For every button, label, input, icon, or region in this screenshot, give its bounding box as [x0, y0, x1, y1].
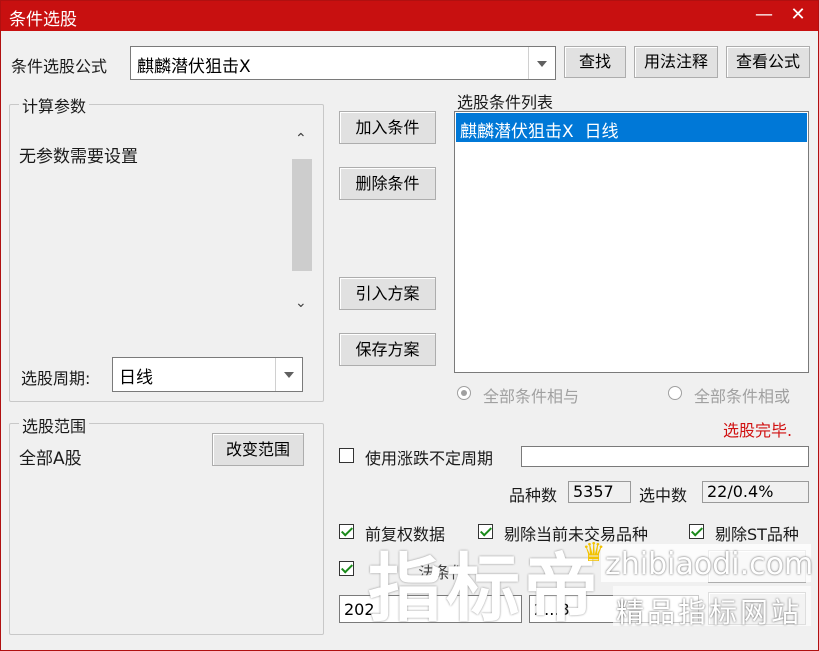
range-value: 全部A股	[19, 449, 82, 469]
volatile-period-input[interactable]	[521, 446, 809, 467]
formula-value: 麒麟潜伏狙击X	[137, 57, 251, 77]
scroll-up-icon[interactable]: ⌃	[295, 131, 307, 147]
period-label: 选股周期:	[21, 369, 91, 388]
period-value: 日线	[119, 368, 153, 388]
params-scrollbar[interactable]: ⌃ ⌄	[291, 129, 313, 319]
logic-and-label: 全部条件相与	[483, 387, 580, 406]
add-condition-button[interactable]: 加入条件	[339, 111, 436, 144]
chevron-down-icon[interactable]	[275, 358, 302, 391]
window-title: 条件选股	[9, 10, 77, 30]
stock-screener-window: 条件选股 — ✕ 条件选股公式 麒麟潜伏狙击X 查找 用法注释 查看公式 计算参…	[0, 0, 819, 651]
hit-label: 选中数	[639, 486, 688, 505]
scroll-down-icon[interactable]: ⌄	[295, 295, 307, 311]
logic-or-radio[interactable]	[668, 386, 682, 400]
period-select[interactable]: 日线	[112, 357, 303, 392]
formula-select[interactable]: 麒麟潜伏狙击X	[130, 46, 556, 80]
params-text: 无参数需要设置	[19, 147, 138, 167]
save-plan-button[interactable]: 保存方案	[339, 333, 436, 366]
condition-item-text: 麒麟潜伏狙击X 日线	[460, 122, 619, 142]
condition-list[interactable]: 麒麟潜伏狙击X 日线	[454, 111, 809, 373]
pre-adjust-checkbox[interactable]	[339, 524, 354, 539]
formula-label: 条件选股公式	[11, 57, 108, 76]
scrollbar-thumb[interactable]	[292, 159, 312, 271]
volatile-period-label: 使用涨跌不定周期	[365, 449, 494, 468]
remove-st-checkbox[interactable]	[689, 524, 704, 539]
condition-list-title: 选股条件列表	[457, 93, 554, 112]
total-value: 5357	[568, 481, 631, 503]
remove-st-label: 剔除ST品种	[715, 525, 799, 544]
close-icon[interactable]: ✕	[786, 4, 810, 26]
watermark-main: 指标帝	[368, 546, 602, 632]
hit-value: 22/0.4%	[702, 481, 809, 503]
total-label: 品种数	[509, 486, 558, 505]
change-range-button[interactable]: 改变范围	[212, 433, 304, 466]
watermark-site: zhibiaodi.com	[605, 547, 814, 582]
watermark-slogan: 精品指标网站	[616, 596, 803, 629]
view-formula-button[interactable]: 查看公式	[726, 46, 810, 78]
volatile-period-checkbox[interactable]	[339, 448, 354, 463]
delete-condition-button[interactable]: 删除条件	[339, 167, 436, 200]
minimize-icon[interactable]: —	[752, 4, 776, 26]
logic-and-radio[interactable]	[457, 386, 471, 400]
list-item[interactable]: 麒麟潜伏狙击X 日线	[456, 113, 807, 142]
chevron-down-icon[interactable]	[528, 47, 555, 79]
logic-or-label: 全部条件相或	[694, 387, 791, 406]
usage-note-button[interactable]: 用法注释	[634, 46, 718, 78]
params-title: 计算参数	[19, 93, 90, 117]
range-title: 选股范围	[19, 413, 90, 437]
find-button[interactable]: 查找	[564, 46, 626, 78]
title-bar: 条件选股 — ✕	[1, 1, 818, 31]
partial-condition-checkbox[interactable]	[339, 561, 354, 576]
crown-icon: ♛	[582, 538, 606, 568]
status-text: 选股完毕.	[723, 421, 793, 440]
import-plan-button[interactable]: 引入方案	[339, 277, 436, 310]
